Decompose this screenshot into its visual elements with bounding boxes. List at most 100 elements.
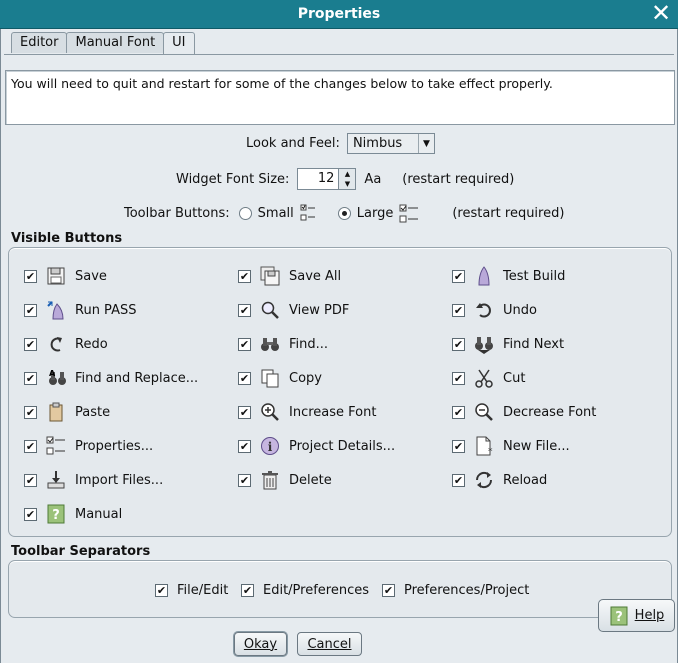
restart-notice: You will need to quit and restart for so…	[5, 70, 675, 125]
trash-icon	[260, 470, 280, 490]
undo-icon	[474, 300, 494, 320]
checkbox[interactable]: ✔	[24, 303, 37, 317]
visible-button-option[interactable]: ✔ Cut	[452, 367, 525, 389]
checkbox[interactable]: ✔	[238, 269, 251, 283]
visible-button-label: Undo	[503, 302, 537, 318]
visible-button-option[interactable]: ✔ Delete	[238, 469, 332, 491]
radio-small-label: Small	[257, 205, 294, 221]
title-bar: Properties ✕	[0, 0, 678, 29]
visible-button-label: Redo	[75, 336, 108, 352]
tab-manual-font[interactable]: Manual Font	[66, 32, 165, 53]
checkbox[interactable]: ✔	[452, 337, 465, 351]
checkbox[interactable]: ✔	[452, 405, 465, 419]
visible-button-option[interactable]: ✔ Undo	[452, 299, 537, 321]
visible-buttons-panel	[8, 247, 672, 537]
visible-button-label: Manual	[75, 506, 123, 522]
spinner-up-icon[interactable]: ▲	[339, 169, 355, 179]
separator-label: File/Edit	[177, 582, 229, 598]
visible-button-option[interactable]: ✔? Manual	[24, 503, 122, 525]
svg-text:A: A	[49, 369, 56, 378]
radio-large[interactable]	[337, 206, 351, 220]
visible-button-option[interactable]: ✔ Find Next	[452, 333, 564, 355]
visible-button-option[interactable]: ✔ Run PASS	[24, 299, 136, 321]
visible-button-label: Save All	[289, 268, 342, 284]
radio-small[interactable]	[238, 206, 252, 220]
checkbox[interactable]: ✔	[24, 473, 37, 487]
checkbox[interactable]: ✔	[24, 405, 37, 419]
checkbox[interactable]: ✔	[24, 337, 37, 351]
visible-button-option[interactable]: ✔ A Find and Replace...	[24, 367, 198, 389]
checkbox[interactable]: ✔	[452, 269, 465, 283]
visible-button-option[interactable]: ✔ Test Build	[452, 265, 565, 287]
checkbox[interactable]: ✔	[238, 337, 251, 351]
checkbox[interactable]: ✔	[382, 583, 395, 597]
visible-button-option[interactable]: ✔ Decrease Font	[452, 401, 596, 423]
visible-button-label: Project Details...	[289, 438, 396, 454]
visible-button-option[interactable]: ✔ Copy	[238, 367, 322, 389]
checkbox[interactable]: ✔	[238, 371, 251, 385]
cancel-label: Cancel	[307, 636, 352, 652]
cancel-button[interactable]: Cancel	[297, 632, 362, 656]
separator-preferences-project[interactable]: ✔ Preferences/Project	[382, 579, 529, 601]
visible-button-label: Properties...	[75, 438, 154, 454]
svg-text:*: *	[488, 447, 493, 456]
zoom-in-icon	[260, 402, 280, 422]
checkbox[interactable]: ✔	[24, 371, 37, 385]
tab-divider	[4, 54, 674, 55]
tab-ui[interactable]: UI	[163, 32, 195, 54]
visible-button-option[interactable]: ✔ Paste	[24, 401, 110, 423]
visible-button-option[interactable]: ✔ Save	[24, 265, 107, 287]
checkbox[interactable]: ✔	[452, 473, 465, 487]
visible-button-option[interactable]: ✔ * New File...	[452, 435, 570, 457]
visible-button-option[interactable]: ✔ View PDF	[238, 299, 349, 321]
toolbar-buttons-label: Toolbar Buttons:	[124, 205, 230, 221]
checkbox[interactable]: ✔	[24, 269, 37, 283]
spinner-buttons[interactable]: ▲ ▼	[339, 168, 357, 190]
visible-button-option[interactable]: ✔ Redo	[24, 333, 108, 355]
checkbox[interactable]: ✔	[238, 439, 251, 453]
visible-button-label: Reload	[503, 472, 548, 488]
visible-button-option[interactable]: ✔ Find...	[238, 333, 328, 355]
spinner-down-icon[interactable]: ▼	[339, 179, 355, 189]
find-icon	[260, 334, 280, 354]
look-and-feel-select[interactable]: Nimbus ▼	[346, 133, 435, 154]
help-icon: ?	[609, 606, 629, 626]
visible-button-label: Find and Replace...	[75, 370, 199, 386]
checkbox[interactable]: ✔	[24, 507, 37, 521]
okay-button[interactable]: Okay	[234, 632, 287, 656]
visible-button-label: Save	[75, 268, 107, 284]
zoom-out-icon	[474, 402, 494, 422]
close-icon[interactable]: ✕	[650, 1, 672, 25]
help-button[interactable]: ? Help	[598, 599, 675, 632]
visible-button-option[interactable]: ✔ Reload	[452, 469, 547, 491]
checkbox[interactable]: ✔	[24, 439, 37, 453]
widget-font-value[interactable]: 12	[297, 168, 340, 190]
checkbox[interactable]: ✔	[238, 405, 251, 419]
widget-font-spinner[interactable]: 12 ▲ ▼	[297, 168, 357, 190]
properties-small-icon	[300, 204, 316, 222]
cut-icon	[474, 368, 494, 388]
checkbox[interactable]: ✔	[452, 439, 465, 453]
reload-icon	[474, 470, 494, 490]
checkbox[interactable]: ✔	[241, 583, 254, 597]
visible-button-option[interactable]: ✔ Save All	[238, 265, 341, 287]
separator-edit-preferences[interactable]: ✔ Edit/Preferences	[241, 579, 369, 601]
redo-icon	[46, 334, 66, 354]
visible-button-option[interactable]: ✔ i Project Details...	[238, 435, 395, 457]
separator-label: Edit/Preferences	[263, 582, 370, 598]
checkbox[interactable]: ✔	[238, 303, 251, 317]
visible-button-option[interactable]: ✔ Properties...	[24, 435, 153, 457]
widget-font-note: (restart required)	[402, 171, 515, 187]
checkbox[interactable]: ✔	[452, 371, 465, 385]
visible-button-option[interactable]: ✔ Import Files...	[24, 469, 163, 491]
checkbox[interactable]: ✔	[238, 473, 251, 487]
checkbox[interactable]: ✔	[452, 303, 465, 317]
tab-editor[interactable]: Editor	[11, 32, 68, 53]
help-icon: ?	[46, 504, 66, 524]
checkbox[interactable]: ✔	[155, 583, 168, 597]
visible-button-option[interactable]: ✔ Increase Font	[238, 401, 376, 423]
separator-file-edit[interactable]: ✔ File/Edit	[155, 579, 228, 601]
find-replace-icon: A	[46, 368, 66, 388]
chevron-down-icon: ▼	[417, 134, 434, 153]
tab-bar: Editor Manual Font UI	[11, 32, 195, 54]
